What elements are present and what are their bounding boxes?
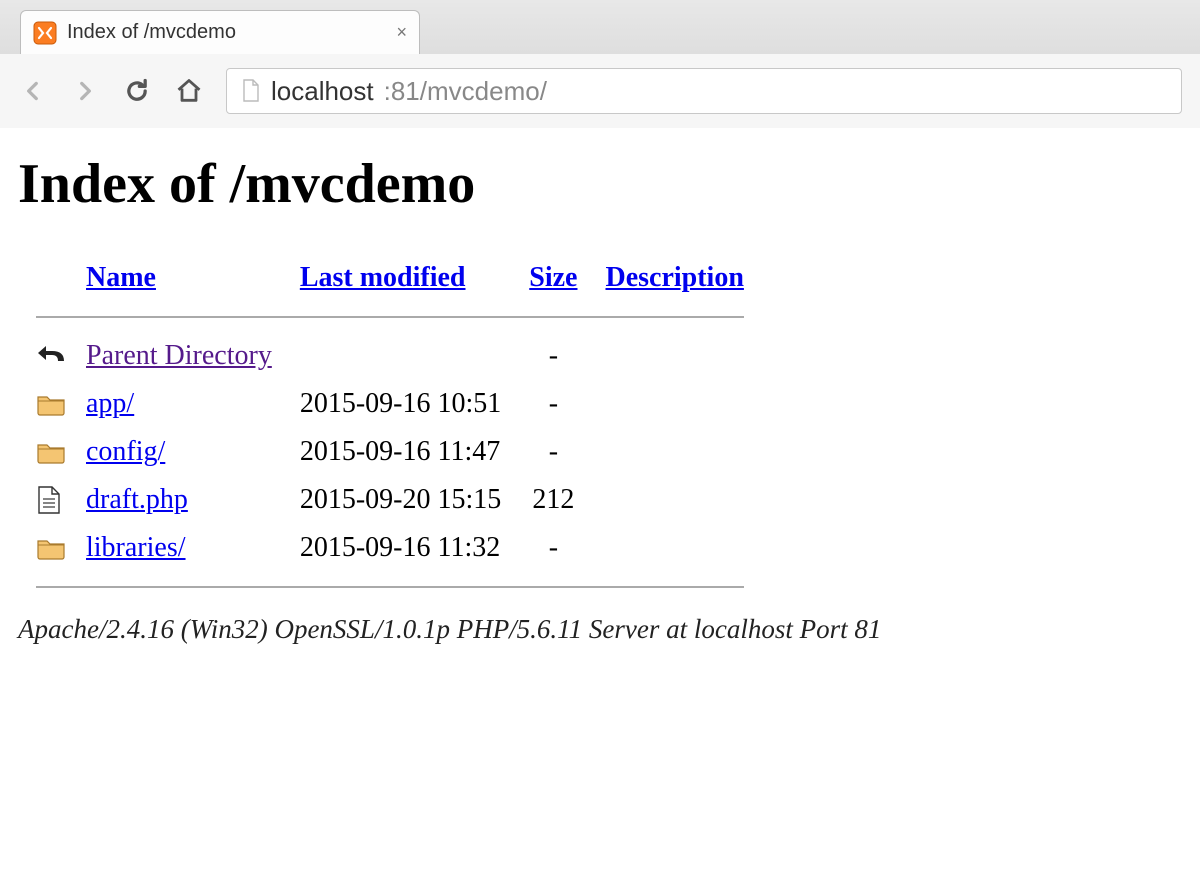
entry-size: - — [515, 428, 591, 476]
browser-chrome: Index of /mvcdemo × localhost :81/mvcdemo… — [0, 0, 1200, 128]
table-row: app/2015-09-16 10:51- — [22, 380, 758, 428]
folder-icon — [36, 536, 66, 560]
table-row: libraries/2015-09-16 11:32- — [22, 524, 758, 572]
page-title: Index of /mvcdemo — [18, 152, 1182, 216]
home-button[interactable] — [174, 76, 204, 106]
entry-modified: 2015-09-16 10:51 — [286, 380, 515, 428]
sort-modified-link[interactable]: Last modified — [300, 262, 466, 293]
tab-title: Index of /mvcdemo — [67, 21, 236, 44]
entry-description — [591, 476, 757, 524]
table-header-row: Name Last modified Size Description — [22, 254, 758, 302]
page-content: Index of /mvcdemo Name Last modified Siz… — [0, 128, 1200, 645]
table-row: config/2015-09-16 11:47- — [22, 428, 758, 476]
address-bar[interactable]: localhost :81/mvcdemo/ — [226, 68, 1182, 114]
entry-size: - — [515, 380, 591, 428]
entry-modified: 2015-09-16 11:47 — [286, 428, 515, 476]
entry-link[interactable]: draft.php — [86, 484, 188, 515]
directory-listing-table: Name Last modified Size Description Pare… — [22, 254, 758, 602]
page-icon — [241, 79, 261, 103]
close-tab-icon[interactable]: × — [396, 22, 407, 43]
parent-directory-row: Parent Directory - — [22, 332, 758, 380]
back-arrow-icon — [36, 341, 70, 371]
tab-strip: Index of /mvcdemo × — [0, 0, 1200, 54]
server-signature: Apache/2.4.16 (Win32) OpenSSL/1.0.1p PHP… — [18, 614, 1182, 645]
xampp-icon — [33, 21, 57, 45]
entry-description — [591, 524, 757, 572]
sort-description-link[interactable]: Description — [605, 262, 743, 293]
parent-directory-link[interactable]: Parent Directory — [86, 340, 272, 371]
address-path: :81/mvcdemo/ — [384, 76, 547, 107]
file-icon — [36, 485, 62, 515]
address-host: localhost — [271, 76, 374, 107]
entry-size: - — [515, 524, 591, 572]
entry-link[interactable]: config/ — [86, 436, 165, 467]
reload-button[interactable] — [122, 76, 152, 106]
folder-icon — [36, 440, 66, 464]
entry-modified: 2015-09-20 15:15 — [286, 476, 515, 524]
entry-modified: 2015-09-16 11:32 — [286, 524, 515, 572]
folder-icon — [36, 392, 66, 416]
entry-link[interactable]: libraries/ — [86, 532, 186, 563]
sort-size-link[interactable]: Size — [529, 262, 577, 293]
entry-size: 212 — [515, 476, 591, 524]
back-button[interactable] — [18, 76, 48, 106]
entry-description — [591, 380, 757, 428]
sort-name-link[interactable]: Name — [86, 262, 156, 293]
table-row: draft.php 2015-09-20 15:15212 — [22, 476, 758, 524]
browser-tab[interactable]: Index of /mvcdemo × — [20, 10, 420, 54]
entry-link[interactable]: app/ — [86, 388, 134, 419]
entry-description — [591, 428, 757, 476]
forward-button[interactable] — [70, 76, 100, 106]
nav-bar: localhost :81/mvcdemo/ — [0, 54, 1200, 128]
